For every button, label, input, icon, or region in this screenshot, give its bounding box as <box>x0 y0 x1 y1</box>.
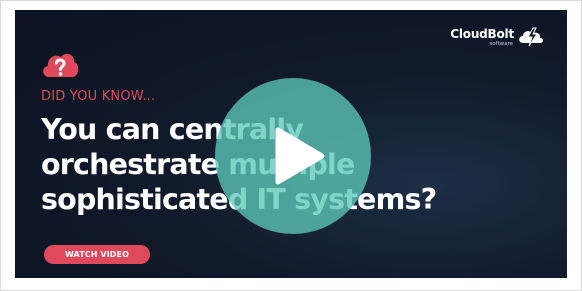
logo-word: CloudBolt <box>450 27 514 41</box>
play-icon <box>275 127 325 185</box>
question-cloud-icon <box>43 53 79 77</box>
did-you-know-label: DID YOU KNOW... <box>41 89 156 104</box>
cloudbolt-logo-icon <box>519 27 543 47</box>
logo-subtitle: software <box>489 41 513 47</box>
video-card: CloudBolt software DID YOU KNOW... You c… <box>0 0 582 291</box>
play-button[interactable] <box>215 78 371 234</box>
watch-video-button[interactable]: WATCH VIDEO <box>44 245 150 264</box>
logo-text: CloudBolt software <box>450 27 514 47</box>
cloudbolt-logo: CloudBolt software <box>450 27 545 47</box>
